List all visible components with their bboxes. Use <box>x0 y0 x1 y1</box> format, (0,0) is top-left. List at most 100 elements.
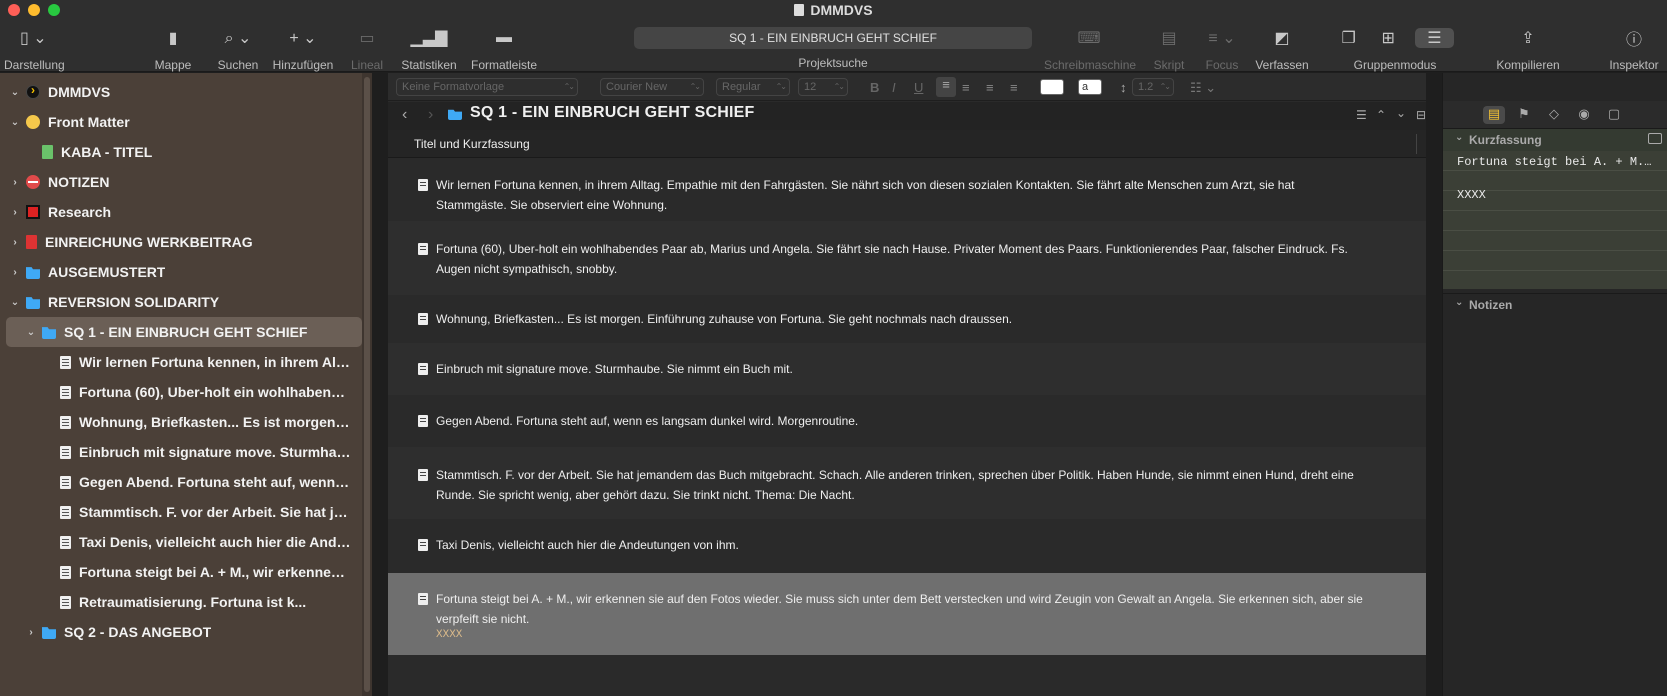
text-color-picker[interactable] <box>1040 79 1064 95</box>
binder-item[interactable]: Fortuna steigt bei A. + M., wir erkennen… <box>0 557 362 587</box>
row-synopsis: Stammtisch. F. vor der Arbeit. Sie hat j… <box>436 468 1354 502</box>
outliner-row[interactable]: Wir lernen Fortuna kennen, in ihrem Allt… <box>388 159 1426 221</box>
style-select[interactable]: Keine Formatvorlage <box>396 78 578 96</box>
chevron-down-icon[interactable]: ⌄ <box>1455 132 1463 143</box>
toolbar-label: Skript <box>1153 58 1185 72</box>
chevron-down-icon[interactable]: ⌄ <box>1396 106 1406 120</box>
tag-icon[interactable]: ◇ <box>1543 106 1565 124</box>
binder-item[interactable]: Fortuna (60), Uber-holt ein wohlhabendes… <box>0 377 362 407</box>
font-select[interactable]: Courier New <box>600 78 704 96</box>
back-arrow-icon[interactable]: ‹ <box>402 106 407 124</box>
document-icon <box>60 415 71 429</box>
bookmark-icon[interactable]: ⚑ <box>1513 106 1535 124</box>
chevron-down-icon[interactable]: ⌄ <box>1455 297 1463 308</box>
chevron-right-icon[interactable]: › <box>8 267 22 278</box>
synopsis-section-header[interactable]: ⌄ Kurzfassung <box>1443 129 1667 151</box>
outliner-icon[interactable]: ☰ <box>1414 28 1454 48</box>
binder-item-selected[interactable]: ⌄ SQ 1 - EIN EINBRUCH GEHT SCHIEF <box>6 317 362 347</box>
outliner-row[interactable]: Fortuna (60), Uber-holt ein wohlhabendes… <box>388 221 1426 295</box>
binder-item[interactable]: › AUSGEMUSTERT <box>0 257 362 287</box>
toolbar-skript[interactable]: ▤ Skript <box>1152 26 1186 72</box>
binder-item[interactable]: ⌄ DMMDVS <box>0 77 362 107</box>
binder-scrollbar[interactable] <box>362 73 372 696</box>
notebook-icon[interactable]: ▤ <box>1483 106 1505 124</box>
binder-item[interactable]: › SQ 2 - DAS ANGEBOT <box>0 617 362 647</box>
binder-item[interactable]: ⌄ Front Matter <box>0 107 362 137</box>
chevron-down-icon[interactable]: ⌄ <box>8 87 22 98</box>
binder-item[interactable]: Stammtisch. F. vor der Arbeit. Sie hat j… <box>0 497 362 527</box>
binder-item[interactable]: Gegen Abend. Fortuna steht auf, wenn es … <box>0 467 362 497</box>
outliner-row[interactable]: Gegen Abend. Fortuna steht auf, wenn es … <box>388 395 1426 447</box>
row-synopsis: Taxi Denis, vielleicht auch hier die And… <box>436 538 739 552</box>
toolbar-label: Inspektor <box>1609 58 1659 72</box>
binder-item[interactable]: Retraumatisierung. Fortuna ist k... <box>0 587 362 617</box>
outliner-row[interactable]: Stammtisch. F. vor der Arbeit. Sie hat j… <box>388 447 1426 519</box>
project-search-input[interactable]: SQ 1 - EIN EINBRUCH GEHT SCHIEF <box>634 27 1032 49</box>
menu-icon[interactable]: ☰ <box>1356 108 1367 122</box>
toolbar-kompilieren[interactable]: ⇪ Kompilieren <box>1494 26 1562 72</box>
binder-item-label: SQ 1 - EIN EINBRUCH GEHT SCHIEF <box>64 324 308 340</box>
binder-item[interactable]: Einbruch mit signature move. Sturmhaube.… <box>0 437 362 467</box>
column-divider[interactable] <box>1416 134 1417 154</box>
camera-icon[interactable]: ◉ <box>1573 106 1595 124</box>
align-center-icon[interactable]: ≡ <box>962 80 970 95</box>
no-entry-icon <box>26 175 40 189</box>
image-icon[interactable] <box>1648 133 1662 144</box>
outliner-row[interactable]: Wohnung, Briefkasten... Es ist morgen. E… <box>388 295 1426 343</box>
split-view-icon[interactable]: ⊟ <box>1416 108 1426 122</box>
toolbar-verfassen[interactable]: ◩ Verfassen <box>1254 26 1310 72</box>
scrivenings-icon[interactable]: ❐ <box>1336 28 1361 48</box>
binder-item[interactable]: › EINREICHUNG WERKBEITRAG <box>0 227 362 257</box>
chevron-right-icon[interactable]: › <box>8 207 22 218</box>
binder-item[interactable]: Wohnung, Briefkasten... Es ist morgen. E… <box>0 407 362 437</box>
line-spacing-select[interactable]: 1.2 <box>1132 78 1174 96</box>
highlight-color-picker[interactable]: a <box>1078 79 1102 95</box>
binder-item[interactable]: Taxi Denis, vielleicht auch hier die And… <box>0 527 362 557</box>
toolbar-formatleiste[interactable]: ▬ Formatleiste <box>470 26 538 72</box>
column-header-title[interactable]: Titel und Kurzfassung <box>414 137 530 151</box>
notes-section-header[interactable]: ⌄ Notizen <box>1443 293 1667 315</box>
binder-item[interactable]: KABA - TITEL <box>0 137 362 167</box>
chevron-up-icon[interactable]: ⌃ <box>1376 108 1386 122</box>
toolbar-inspektor[interactable]: ⓘ Inspektor <box>1606 26 1662 72</box>
chevron-down-icon[interactable]: ⌄ <box>8 117 22 128</box>
chevron-right-icon[interactable]: › <box>24 627 38 638</box>
align-right-icon[interactable]: ≡ <box>986 80 994 95</box>
chevron-down-icon[interactable]: ⌄ <box>24 327 38 338</box>
binder-item[interactable]: › Research <box>0 197 362 227</box>
toolbar-statistiken[interactable]: ▁▃▇ Statistiken <box>400 26 458 72</box>
editor-title: SQ 1 - EIN EINBRUCH GEHT SCHIEF <box>470 104 755 121</box>
outliner-row-selected[interactable]: Fortuna steigt bei A. + M., wir erkennen… <box>388 573 1426 655</box>
outliner-row[interactable]: Taxi Denis, vielleicht auch hier die And… <box>388 519 1426 571</box>
align-justify-icon[interactable]: ≡ <box>1010 80 1018 95</box>
forward-arrow-icon[interactable]: › <box>428 106 433 124</box>
bold-button[interactable]: B <box>870 80 879 95</box>
chevron-right-icon[interactable]: › <box>8 177 22 188</box>
toolbar-lineal[interactable]: ▭ Lineal <box>350 26 384 72</box>
notes-title: Notizen <box>1469 298 1513 312</box>
align-left-icon[interactable]: ≡ <box>936 77 956 97</box>
binder-item[interactable]: › NOTIZEN <box>0 167 362 197</box>
outliner-row[interactable]: Einbruch mit signature move. Sturmhaube.… <box>388 343 1426 395</box>
chevron-right-icon[interactable]: › <box>8 237 22 248</box>
chevron-down-icon[interactable]: ⌄ <box>8 297 22 308</box>
list-icon[interactable]: ☷ ⌄ <box>1190 80 1216 96</box>
binder-item[interactable]: Wir lernen Fortuna kennen, in ihrem Allt… <box>0 347 362 377</box>
synopsis-editor[interactable]: Fortuna steigt bei A. + M., wir erkennen… <box>1443 151 1667 289</box>
corkboard-icon[interactable]: ⊞ <box>1375 28 1400 48</box>
comment-icon[interactable]: ▢ <box>1603 106 1625 124</box>
toolbar-focus[interactable]: ≡ ⌄ Focus <box>1202 26 1242 72</box>
binder-item[interactable]: ⌄ REVERSION SOLIDARITY <box>0 287 362 317</box>
italic-button[interactable]: I <box>892 80 896 95</box>
toolbar-suchen[interactable]: ⌕ ⌄ Suchen <box>216 26 260 72</box>
toolbar-schreibmaschine[interactable]: ⌨ Schreibmaschine <box>1044 26 1136 72</box>
binder-item-label: EINREICHUNG WERKBEITRAG <box>45 234 253 250</box>
toolbar-mappe[interactable]: ▮ Mappe <box>154 26 192 72</box>
weight-select[interactable]: Regular <box>716 78 790 96</box>
underline-button[interactable]: U <box>914 80 923 95</box>
toolbar-hinzufuegen[interactable]: + ⌄ Hinzufügen <box>272 26 334 72</box>
scrollbar-thumb[interactable] <box>364 77 370 692</box>
toolbar-darstellung[interactable]: ▯ ⌄ Darstellung <box>4 26 65 72</box>
size-select[interactable]: 12 <box>798 78 848 96</box>
row-synopsis: Gegen Abend. Fortuna steht auf, wenn es … <box>436 414 859 428</box>
